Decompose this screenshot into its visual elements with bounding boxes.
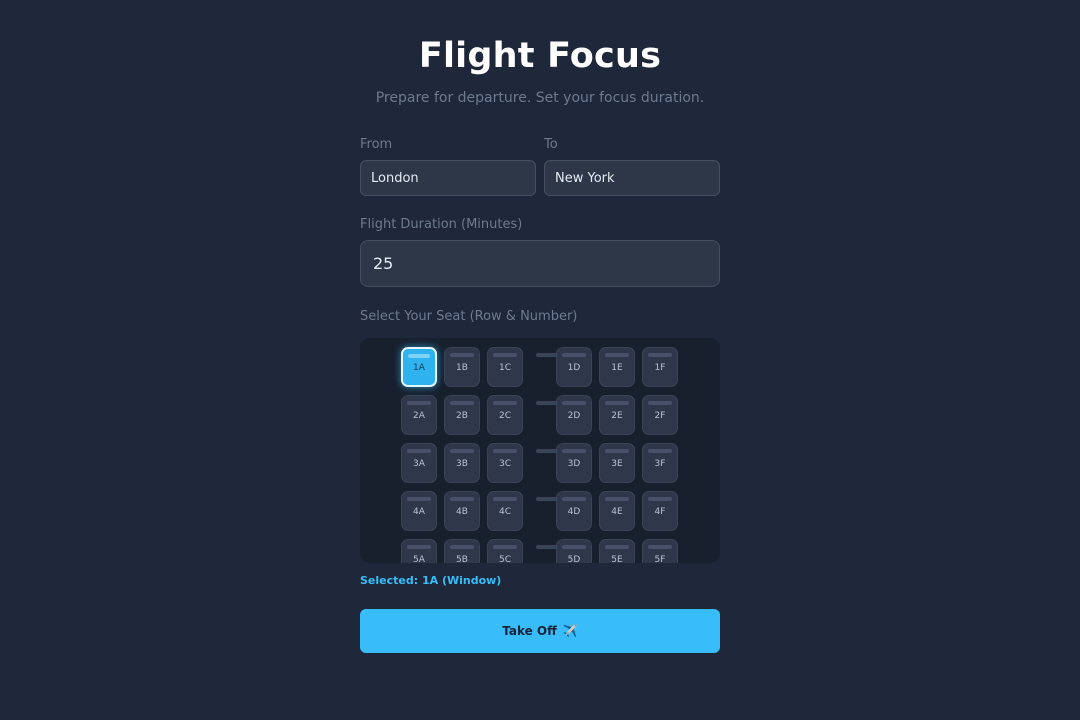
aisle-marker [536,449,558,453]
seat-5e[interactable]: 5E [599,539,635,563]
seat-4a[interactable]: 4A [401,491,437,531]
seat-2d[interactable]: 2D [556,395,592,435]
aisle-marker [536,401,558,405]
seat-5c[interactable]: 5C [487,539,523,563]
seat-2b[interactable]: 2B [444,395,480,435]
aisle-marker [536,353,558,357]
seat-2a[interactable]: 2A [401,395,437,435]
seat-1a[interactable]: 1A [401,347,437,387]
to-label: To [544,137,558,152]
seat-3f[interactable]: 3F [642,443,678,483]
seat-4e[interactable]: 4E [599,491,635,531]
duration-label: Flight Duration (Minutes) [360,217,523,232]
seat-select-label: Select Your Seat (Row & Number) [360,309,578,324]
seat-4c[interactable]: 4C [487,491,523,531]
seat-4f[interactable]: 4F [642,491,678,531]
duration-input[interactable] [360,240,720,287]
seat-1c[interactable]: 1C [487,347,523,387]
seat-4d[interactable]: 4D [556,491,592,531]
seat-3b[interactable]: 3B [444,443,480,483]
selected-seat-info: Selected: 1A (Window) [360,574,502,587]
seat-1b[interactable]: 1B [444,347,480,387]
aisle-marker [536,497,558,501]
seat-5b[interactable]: 5B [444,539,480,563]
seat-3e[interactable]: 3E [599,443,635,483]
seat-1f[interactable]: 1F [642,347,678,387]
from-label: From [360,137,393,152]
seat-5a[interactable]: 5A [401,539,437,563]
seat-3a[interactable]: 3A [401,443,437,483]
seat-3c[interactable]: 3C [487,443,523,483]
seat-2f[interactable]: 2F [642,395,678,435]
from-input[interactable] [360,160,536,196]
takeoff-button[interactable]: Take Off ✈️ [360,609,720,653]
page-title: Flight Focus [418,36,662,76]
seat-1d[interactable]: 1D [556,347,592,387]
seat-4b[interactable]: 4B [444,491,480,531]
takeoff-label: Take Off [502,624,557,638]
seat-2c[interactable]: 2C [487,395,523,435]
seat-1e[interactable]: 1E [599,347,635,387]
to-input[interactable] [544,160,720,196]
seat-5f[interactable]: 5F [642,539,678,563]
aisle-marker [536,545,558,549]
seat-2e[interactable]: 2E [599,395,635,435]
page-subtitle: Prepare for departure. Set your focus du… [375,90,705,106]
airplane-icon: ✈️ [562,624,578,638]
seat-5d[interactable]: 5D [556,539,592,563]
seat-map: 1A 1B 1C 1D 1E 1F 2A 2B 2C 2D 2E 2F 3A 3B 3C 3D 3E 3F 4A 4B… [360,338,720,563]
seat-3d[interactable]: 3D [556,443,592,483]
